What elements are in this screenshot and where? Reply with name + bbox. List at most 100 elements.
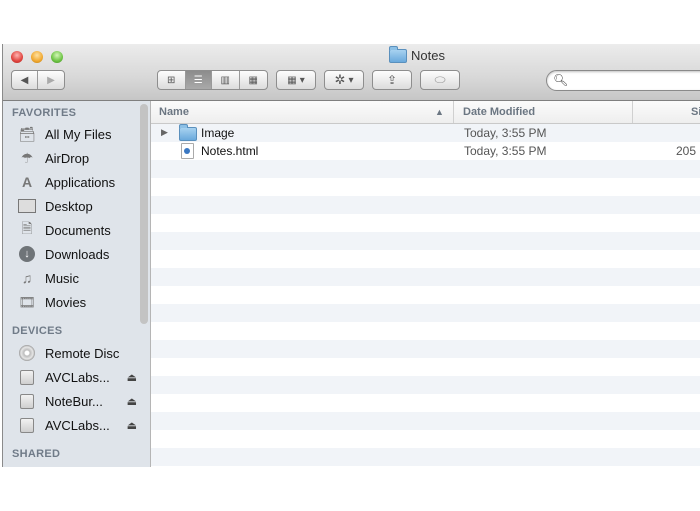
column-header: Name ▲ Date Modified Si [151, 101, 700, 124]
desktop-icon [17, 197, 37, 215]
coverflow-view-icon: ▦ [248, 74, 258, 86]
back-button[interactable]: ◀ [12, 71, 39, 89]
file-date: Today, 3:55 PM [464, 126, 547, 140]
sidebar-item-device[interactable]: NoteBur... ⏏ [17, 390, 137, 412]
empty-row [151, 250, 700, 268]
downloads-icon: ↓ [17, 245, 37, 263]
sidebar-item-label: Movies [45, 294, 87, 310]
share-icon: ⇪ [386, 73, 398, 87]
sidebar-item-downloads[interactable]: ↓ Downloads [17, 243, 137, 265]
empty-row [151, 286, 700, 304]
drive-icon [17, 368, 37, 386]
chevron-down-icon: ▾ [299, 74, 305, 86]
eject-icon[interactable]: ⏏ [127, 395, 137, 408]
empty-row [151, 340, 700, 358]
empty-row [151, 376, 700, 394]
file-row[interactable]: ▶ Image Today, 3:55 PM [151, 124, 700, 142]
sidebar-item-label: Desktop [45, 198, 93, 214]
eject-icon[interactable]: ⏏ [127, 419, 137, 432]
sort-ascending-icon: ▲ [435, 107, 444, 117]
tags-button[interactable]: ⬭ [420, 70, 460, 90]
column-date-modified[interactable]: Date Modified [463, 106, 535, 118]
forward-icon: ▶ [47, 74, 55, 86]
sidebar-item-documents[interactable]: 🗎︎ Documents [17, 219, 137, 241]
empty-row [151, 358, 700, 376]
empty-row [151, 160, 700, 178]
html-file-icon [181, 143, 194, 159]
list-view-icon: ☰ [193, 74, 203, 86]
empty-row [151, 430, 700, 448]
forward-button[interactable]: ▶ [38, 71, 64, 89]
eject-icon[interactable]: ⏏ [127, 371, 137, 384]
finder-window: Notes ◀ ▶ ⊞ ☰ ▥ ▦ ▦ ▾ ✲ ▾ ⇪ ⬭ 🔍︎ FAVORIT… [2, 44, 700, 467]
share-button[interactable]: ⇪ [372, 70, 412, 90]
sidebar-item-label: AVCLabs... [45, 369, 110, 385]
column-divider[interactable] [632, 101, 633, 123]
sidebar-item-airdrop[interactable]: ☂︎ AirDrop [17, 147, 137, 169]
minimize-button[interactable] [31, 51, 43, 63]
sidebar-item-desktop[interactable]: Desktop [17, 195, 137, 217]
column-divider[interactable] [453, 101, 454, 123]
sidebar-item-device[interactable]: AVCLabs... ⏏ [17, 366, 137, 388]
window-title-text: Notes [411, 48, 445, 63]
sidebar-item-label: Documents [45, 222, 111, 238]
airdrop-icon: ☂︎ [20, 149, 34, 166]
action-button[interactable]: ✲ ▾ [324, 70, 364, 90]
coverflow-view-button[interactable]: ▦ [240, 71, 267, 89]
window-title: Notes [389, 45, 445, 63]
sidebar-item-device[interactable]: AVCLabs... ⏏ [17, 414, 137, 436]
sidebar-item-applications[interactable]: A Applications [17, 171, 137, 193]
search-field[interactable]: 🔍︎ [546, 70, 700, 91]
favorites-heading: FAVORITES [12, 107, 77, 119]
sidebar-item-label: NoteBur... [45, 393, 103, 409]
file-size: 205 [676, 144, 697, 158]
drive-icon [17, 392, 37, 410]
sidebar: FAVORITES 🗃︎ All My Files ☂︎ AirDrop A A… [3, 101, 151, 467]
folder-icon [179, 124, 197, 141]
sidebar-item-label: Applications [45, 174, 116, 190]
arrange-button[interactable]: ▦ ▾ [276, 70, 316, 90]
documents-icon: 🗎︎ [21, 220, 33, 236]
column-view-button[interactable]: ▥ [212, 71, 240, 89]
empty-row [151, 394, 700, 412]
empty-row [151, 196, 700, 214]
close-button[interactable] [11, 51, 23, 63]
arrange-icon: ▦ [287, 74, 297, 86]
all-files-icon: 🗃︎ [18, 125, 36, 142]
toolbar: Notes ◀ ▶ ⊞ ☰ ▥ ▦ ▦ ▾ ✲ ▾ ⇪ ⬭ 🔍︎ [3, 44, 700, 101]
sidebar-item-label: AirDrop [45, 150, 90, 166]
icon-view-icon: ⊞ [167, 74, 176, 86]
sidebar-item-label: Remote Disc [45, 345, 120, 361]
sidebar-item-remote-disc[interactable]: Remote Disc [17, 342, 137, 364]
empty-row [151, 412, 700, 430]
file-list: Name ▲ Date Modified Si ▶ Image Today, 3… [151, 101, 700, 467]
music-icon: ♫ [21, 270, 33, 286]
sidebar-item-music[interactable]: ♫ Music [17, 267, 137, 289]
movies-icon: 🎞︎ [18, 293, 36, 310]
icon-view-button[interactable]: ⊞ [158, 71, 186, 89]
folder-icon [389, 45, 407, 63]
sidebar-item-movies[interactable]: 🎞︎ Movies [17, 291, 137, 313]
disc-icon [17, 344, 37, 362]
column-view-icon: ▥ [220, 74, 230, 86]
file-row[interactable]: Notes.html Today, 3:55 PM 205 [151, 142, 700, 160]
gear-icon: ✲ [334, 72, 346, 87]
column-name[interactable]: Name [159, 106, 189, 118]
sidebar-item-label: Music [45, 270, 79, 286]
empty-row [151, 178, 700, 196]
file-name: Notes.html [201, 144, 259, 158]
view-mode-control: ⊞ ☰ ▥ ▦ [157, 70, 268, 90]
empty-row [151, 448, 700, 466]
sidebar-item-label: All My Files [45, 126, 112, 142]
column-size[interactable]: Si [691, 106, 700, 118]
back-icon: ◀ [20, 74, 29, 86]
devices-heading: DEVICES [12, 325, 63, 337]
zoom-button[interactable] [51, 51, 63, 63]
chevron-down-icon: ▾ [348, 74, 354, 86]
disclosure-triangle-icon[interactable]: ▶ [161, 127, 168, 138]
tag-icon: ⬭ [434, 72, 446, 87]
sidebar-item-all-my-files[interactable]: 🗃︎ All My Files [17, 123, 137, 145]
list-view-button[interactable]: ☰ [185, 71, 213, 89]
sidebar-scrollbar[interactable] [140, 104, 148, 324]
back-forward-control: ◀ ▶ [11, 70, 65, 90]
